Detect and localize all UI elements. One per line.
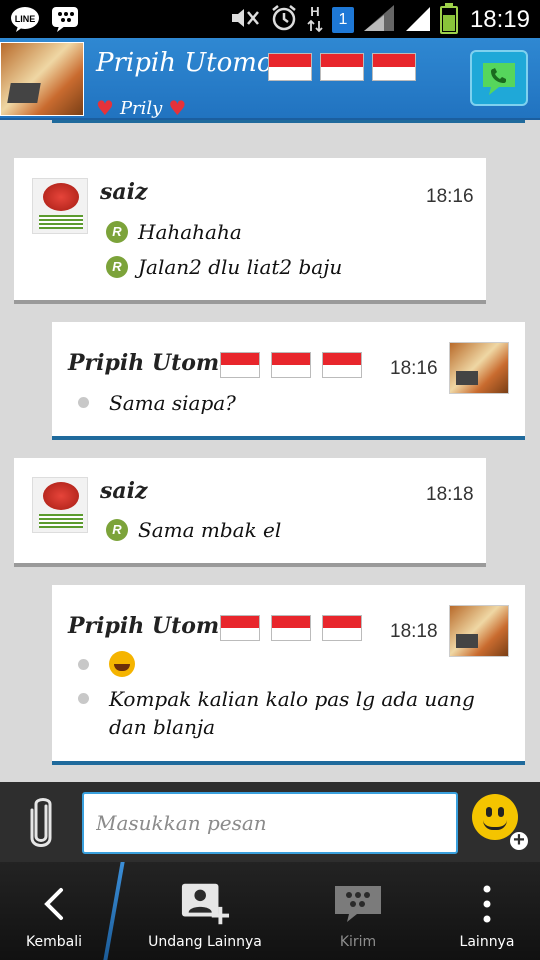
- indonesia-flag-icon: [372, 53, 416, 81]
- indonesia-flag-icon: [271, 352, 311, 378]
- more-options-button[interactable]: Lainnya: [440, 862, 534, 960]
- paperclip-icon: [30, 798, 52, 847]
- message-line: R Hahahaha: [106, 218, 242, 246]
- read-receipt-icon: R: [106, 519, 128, 541]
- message-card[interactable]: saiz 18:16 R Hahahaha R Jalan2 dlu liat2…: [14, 158, 486, 304]
- indonesia-flag-icon: [268, 53, 312, 81]
- line-app-icon: LINE: [10, 5, 40, 33]
- message-text: Jalan2 dlu liat2 baju: [138, 255, 343, 279]
- emoji-picker-button[interactable]: +: [472, 794, 530, 852]
- heart-icon: ♥: [168, 96, 187, 120]
- message-input[interactable]: [84, 794, 456, 852]
- signal-strength-icon: [362, 3, 396, 37]
- invite-more-button[interactable]: Undang Lainnya: [140, 862, 270, 960]
- message-text: Sama mbak el: [138, 518, 282, 542]
- message-time: 18:16: [426, 186, 474, 207]
- bbm-notification-icon: [50, 5, 80, 33]
- sender-name-flags: [220, 615, 362, 641]
- indonesia-flag-icon: [220, 352, 260, 378]
- call-icon: [483, 63, 515, 95]
- contact-status-text: Prily: [119, 97, 163, 119]
- delivery-status-dot: [78, 693, 89, 704]
- bbm-send-icon: [333, 882, 383, 926]
- delivery-status-dot: [78, 397, 89, 408]
- attach-button[interactable]: [22, 796, 60, 850]
- status-time: 18:19: [469, 6, 530, 33]
- sim-badge: 1: [331, 7, 354, 33]
- send-label: Kirim: [339, 934, 377, 950]
- message-line: [78, 651, 135, 677]
- message-line: Kompak kalian kalo pas lg ada uang dan b…: [78, 685, 508, 741]
- indonesia-flag-icon: [220, 615, 260, 641]
- sender-avatar[interactable]: [449, 342, 509, 394]
- back-button[interactable]: Kembali: [0, 862, 108, 960]
- send-button[interactable]: Kirim: [300, 862, 416, 960]
- sender-name: saiz: [100, 179, 148, 205]
- bottom-action-bar: Kembali Undang Lainnya Kirim Lainnya: [0, 862, 540, 960]
- message-time: 18:18: [426, 484, 474, 505]
- message-text: Kompak kalian kalo pas lg ada uang dan b…: [109, 687, 475, 739]
- message-card[interactable]: saiz 18:18 R Sama mbak el: [14, 458, 486, 567]
- signal-strength-icon-2: [404, 3, 432, 37]
- mute-icon: [230, 6, 262, 34]
- message-line: R Sama mbak el: [106, 516, 281, 544]
- indonesia-flag-icon: [320, 53, 364, 81]
- indonesia-flag-icon: [322, 615, 362, 641]
- back-label: Kembali: [26, 934, 82, 950]
- sender-avatar[interactable]: [449, 605, 509, 657]
- add-contact-icon: [180, 882, 230, 926]
- message-card[interactable]: Pripih Utomo 18:18 Kompak kalian kalo pa…: [52, 585, 525, 765]
- status-bar: LINE H 1 18:19: [0, 0, 540, 38]
- delivery-status-dot: [78, 659, 89, 670]
- read-receipt-icon: R: [106, 221, 128, 243]
- message-composer: +: [0, 782, 540, 862]
- sender-avatar[interactable]: [32, 178, 88, 234]
- message-line: Sama siapa?: [78, 389, 236, 417]
- sender-name: saiz: [100, 478, 148, 504]
- call-button[interactable]: [470, 50, 528, 106]
- invite-more-label: Undang Lainnya: [148, 934, 262, 950]
- contact-avatar[interactable]: [0, 42, 84, 116]
- overflow-menu-icon: [462, 882, 512, 926]
- laughing-emoji-icon: [109, 651, 135, 677]
- message-text: Hahahaha: [138, 220, 242, 244]
- contact-name[interactable]: Pripih Utomo: [96, 48, 273, 78]
- chat-header: Pripih Utomo ♥ Prily ♥: [0, 38, 540, 120]
- chat-history[interactable]: saiz 18:16 R Hahahaha R Jalan2 dlu liat2…: [0, 120, 540, 782]
- sender-name-flags: [220, 352, 362, 378]
- data-h-icon: H: [306, 3, 324, 37]
- sender-avatar[interactable]: [32, 477, 88, 533]
- battery-level: [442, 15, 455, 31]
- indonesia-flag-icon: [271, 615, 311, 641]
- message-time: 18:18: [390, 621, 438, 642]
- read-receipt-icon: R: [106, 256, 128, 278]
- contact-name-flags: [268, 53, 416, 81]
- more-options-label: Lainnya: [459, 934, 515, 950]
- message-line: R Jalan2 dlu liat2 baju: [106, 253, 342, 281]
- back-arrow-icon: [29, 882, 79, 926]
- message-text: Sama siapa?: [109, 391, 236, 415]
- sender-name: Pripih Utomo: [68, 350, 234, 376]
- svg-text:H: H: [310, 4, 319, 19]
- battery-icon: [439, 3, 458, 34]
- previous-message-card: [52, 120, 525, 123]
- svg-text:LINE: LINE: [15, 14, 36, 24]
- message-time: 18:16: [390, 358, 438, 379]
- message-input-wrapper: [82, 792, 458, 854]
- contact-status: ♥ Prily ♥: [96, 96, 186, 120]
- sender-name: Pripih Utomo: [68, 613, 234, 639]
- heart-icon: ♥: [96, 96, 114, 120]
- message-card[interactable]: Pripih Utomo 18:16 Sama siapa?: [52, 322, 525, 440]
- plus-icon: +: [508, 830, 530, 852]
- indonesia-flag-icon: [322, 352, 362, 378]
- alarm-icon: [270, 4, 298, 36]
